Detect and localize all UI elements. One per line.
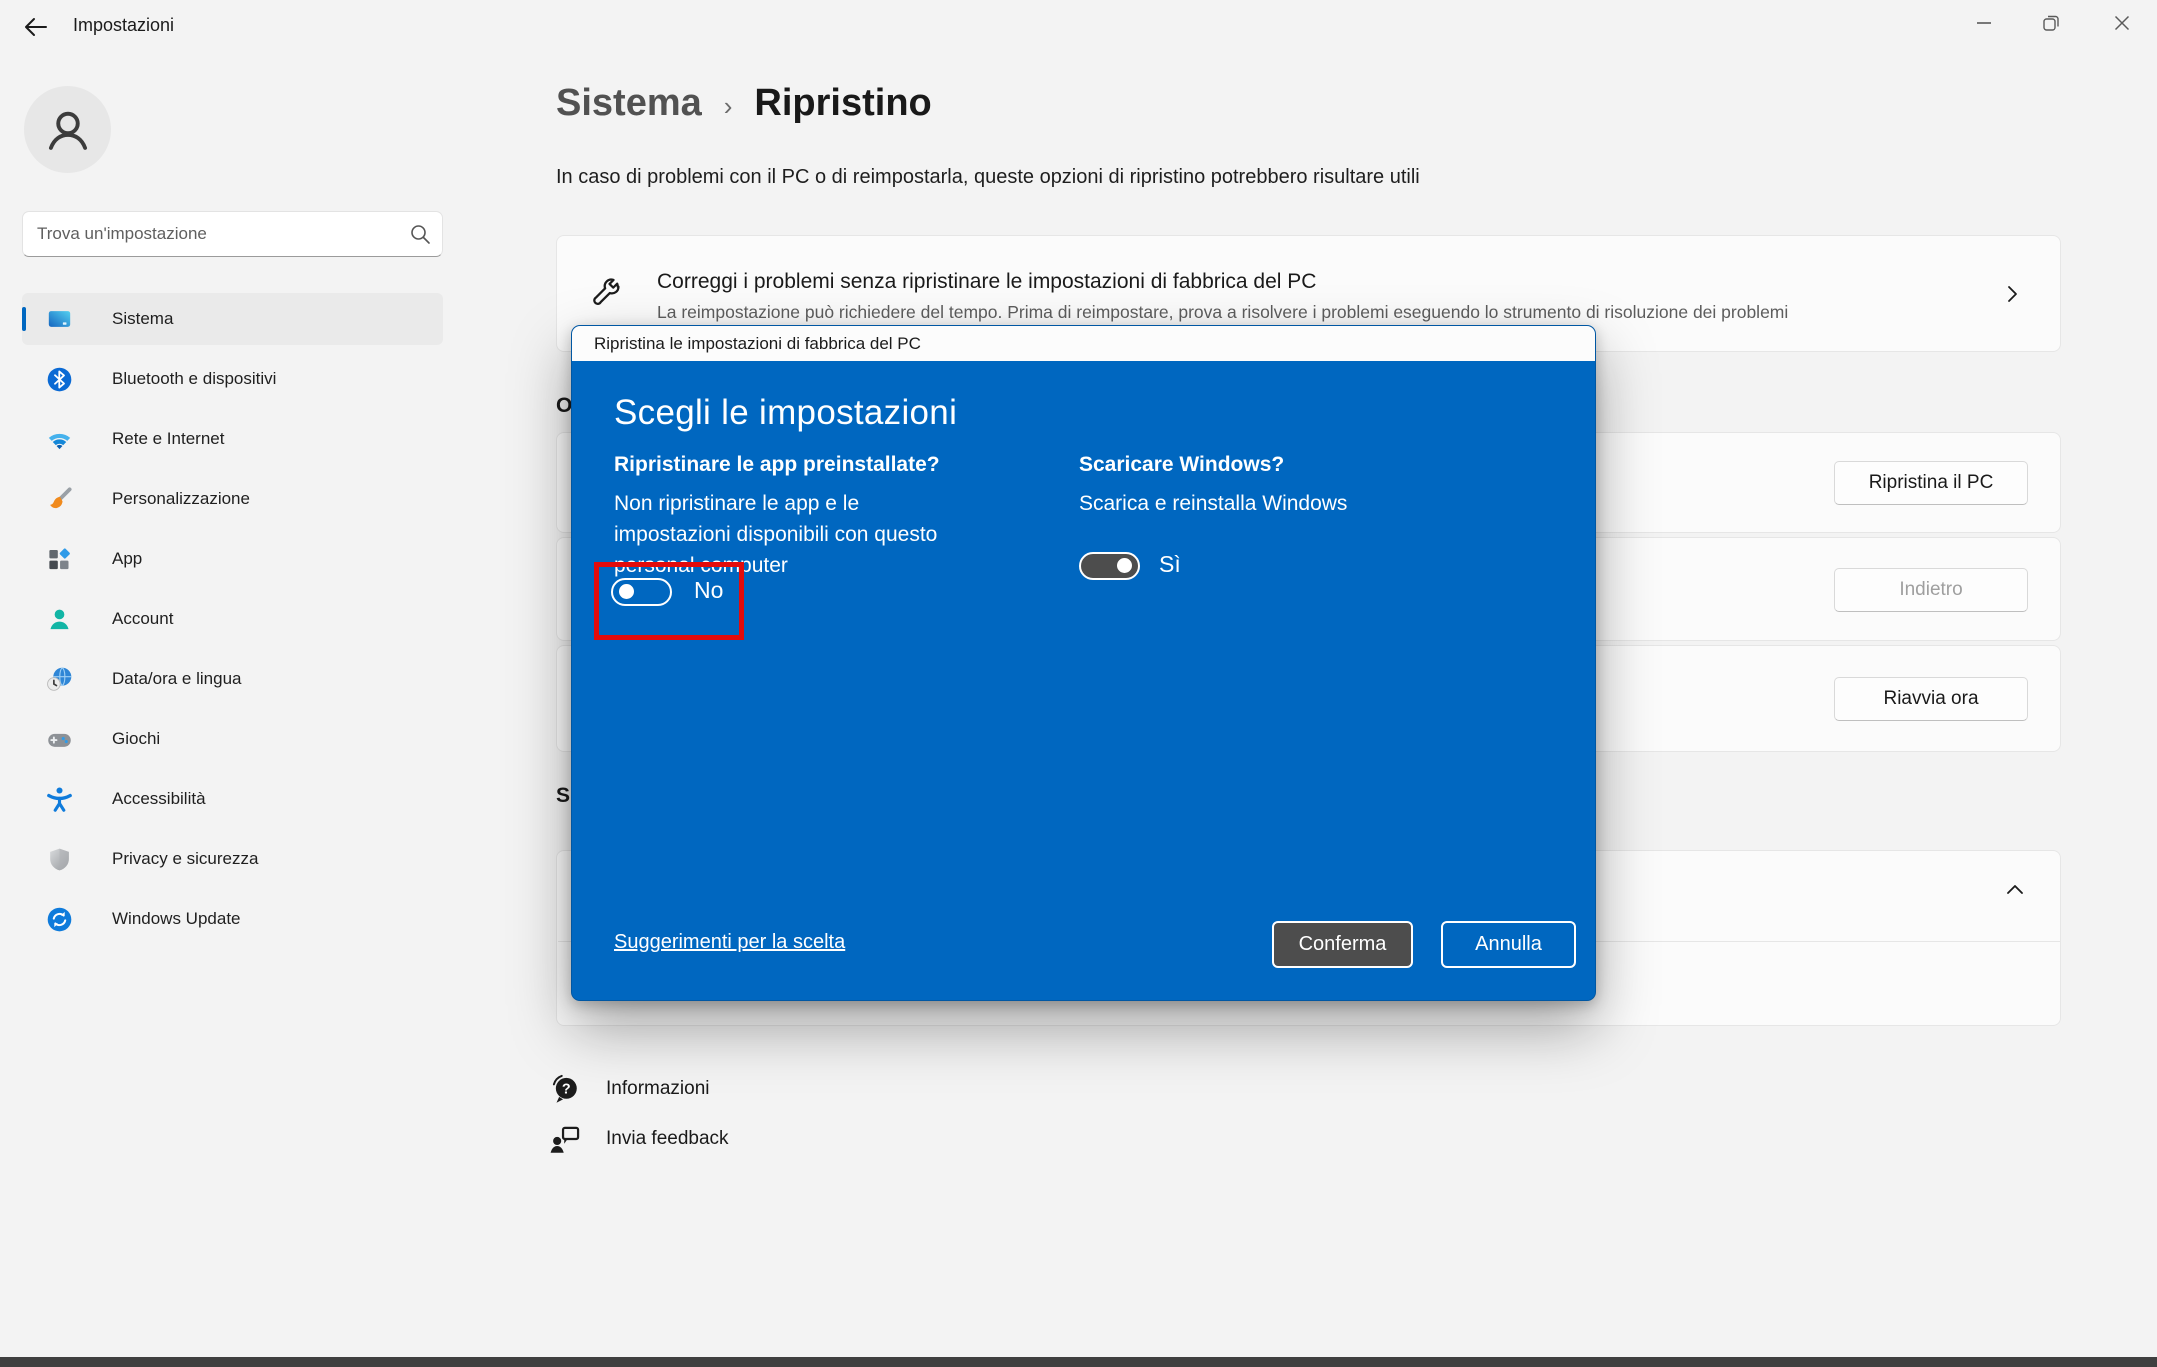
restore-apps-toggle[interactable] bbox=[611, 578, 672, 606]
svg-text:?: ? bbox=[562, 1081, 571, 1097]
restart-now-button[interactable]: Riavvia ora bbox=[1834, 677, 2028, 721]
sidebar-item-rete[interactable]: Rete e Internet bbox=[22, 413, 443, 465]
dialog-body: Scegli le impostazioni Ripristinare le a… bbox=[572, 361, 1595, 1001]
sidebar-item-label: Giochi bbox=[112, 729, 160, 749]
fix-card-subtitle: La reimpostazione può richiedere del tem… bbox=[657, 302, 1788, 323]
sidebar-item-label: Sistema bbox=[112, 309, 173, 329]
option-question: Scaricare Windows? bbox=[1079, 453, 1284, 477]
settings-search bbox=[22, 211, 443, 257]
feedback-row[interactable]: Invia feedback bbox=[548, 1122, 729, 1156]
info-row[interactable]: ? Informazioni bbox=[548, 1072, 710, 1106]
breadcrumb-separator-icon: › bbox=[724, 91, 733, 122]
sidebar-nav: Sistema Bluetooth e dispositivi Rete e I… bbox=[22, 293, 443, 953]
minimize-button[interactable] bbox=[1962, 8, 2006, 38]
user-avatar[interactable] bbox=[24, 86, 111, 173]
minimize-icon bbox=[1975, 14, 1993, 32]
settings-window: Impostazioni Sistema bbox=[0, 0, 2157, 1367]
sidebar-item-sistema[interactable]: Sistema bbox=[22, 293, 443, 345]
datetime-language-icon bbox=[46, 666, 73, 693]
info-label: Informazioni bbox=[606, 1078, 710, 1100]
bluetooth-icon bbox=[46, 366, 73, 393]
wrench-icon bbox=[589, 278, 623, 312]
confirm-button[interactable]: Conferma bbox=[1272, 921, 1413, 968]
section-heading-partial: O bbox=[556, 394, 572, 418]
sidebar-item-label: App bbox=[112, 549, 142, 569]
sidebar-item-data-ora[interactable]: Data/ora e lingua bbox=[22, 653, 443, 705]
sidebar-item-personalizzazione[interactable]: Personalizzazione bbox=[22, 473, 443, 525]
accessibility-icon bbox=[46, 786, 73, 813]
privacy-icon bbox=[46, 846, 73, 873]
sidebar-item-label: Bluetooth e dispositivi bbox=[112, 369, 276, 389]
feedback-icon bbox=[548, 1122, 582, 1156]
go-back-button[interactable]: Indietro bbox=[1834, 568, 2028, 612]
sidebar-item-label: Personalizzazione bbox=[112, 489, 250, 509]
sidebar-item-label: Rete e Internet bbox=[112, 429, 224, 449]
toggle-knob bbox=[619, 584, 634, 599]
sidebar-item-label: Account bbox=[112, 609, 173, 629]
back-button[interactable] bbox=[18, 12, 52, 42]
search-input[interactable] bbox=[22, 211, 443, 257]
reset-pc-button[interactable]: Ripristina il PC bbox=[1834, 461, 2028, 505]
personalization-icon bbox=[46, 486, 73, 513]
toggle-knob bbox=[1117, 558, 1132, 573]
option-description: Scarica e reinstalla Windows bbox=[1079, 488, 1347, 519]
sidebar-item-giochi[interactable]: Giochi bbox=[22, 713, 443, 765]
network-icon bbox=[46, 426, 73, 453]
sidebar-item-account[interactable]: Account bbox=[22, 593, 443, 645]
chevron-right-icon bbox=[2002, 284, 2022, 304]
sidebar-item-privacy[interactable]: Privacy e sicurezza bbox=[22, 833, 443, 885]
dialog-titlebar: Ripristina le impostazioni di fabbrica d… bbox=[572, 326, 1595, 361]
download-windows-toggle[interactable] bbox=[1079, 552, 1140, 580]
breadcrumb: Sistema › Ripristino bbox=[556, 82, 932, 125]
reset-pc-dialog: Ripristina le impostazioni di fabbrica d… bbox=[571, 325, 1596, 1001]
page-title: Ripristino bbox=[754, 82, 931, 125]
info-help-icon: ? bbox=[548, 1072, 582, 1106]
back-arrow-icon bbox=[22, 15, 48, 39]
gaming-icon bbox=[46, 726, 73, 753]
selected-accent-bar bbox=[22, 307, 26, 331]
person-icon bbox=[42, 104, 94, 156]
close-button[interactable] bbox=[2100, 8, 2144, 38]
breadcrumb-section[interactable]: Sistema bbox=[556, 82, 702, 125]
account-icon bbox=[46, 606, 73, 633]
system-icon bbox=[46, 306, 73, 333]
page-description: In caso di problemi con il PC o di reimp… bbox=[556, 166, 1420, 189]
toggle-state-label: No bbox=[694, 577, 723, 604]
cancel-button[interactable]: Annulla bbox=[1441, 921, 1576, 968]
sidebar-item-bluetooth[interactable]: Bluetooth e dispositivi bbox=[22, 353, 443, 405]
search-icon bbox=[409, 223, 431, 245]
toggle-state-label: Sì bbox=[1159, 551, 1181, 578]
sidebar-item-label: Data/ora e lingua bbox=[112, 669, 241, 689]
fix-card-title: Correggi i problemi senza ripristinare l… bbox=[657, 270, 1316, 294]
sidebar-item-windows-update[interactable]: Windows Update bbox=[22, 893, 443, 945]
feedback-label: Invia feedback bbox=[606, 1128, 729, 1150]
option-question: Ripristinare le app preinstallate? bbox=[614, 453, 940, 477]
dialog-title: Ripristina le impostazioni di fabbrica d… bbox=[594, 334, 921, 354]
sidebar-item-label: Windows Update bbox=[112, 909, 241, 929]
section-heading-partial: S bbox=[556, 784, 570, 808]
taskbar-strip bbox=[0, 1357, 2157, 1367]
apps-icon bbox=[46, 546, 73, 573]
sidebar-item-accessibilita[interactable]: Accessibilità bbox=[22, 773, 443, 825]
restore-icon bbox=[2041, 13, 2061, 33]
sidebar-item-label: Privacy e sicurezza bbox=[112, 849, 258, 869]
sidebar-item-app[interactable]: App bbox=[22, 533, 443, 585]
sidebar-item-label: Accessibilità bbox=[112, 789, 206, 809]
app-title: Impostazioni bbox=[73, 15, 174, 36]
windows-update-icon bbox=[46, 906, 73, 933]
restore-button[interactable] bbox=[2029, 8, 2073, 38]
chevron-up-icon[interactable] bbox=[2004, 879, 2026, 901]
choice-hints-link[interactable]: Suggerimenti per la scelta bbox=[614, 931, 845, 954]
close-icon bbox=[2113, 14, 2131, 32]
dialog-heading: Scegli le impostazioni bbox=[614, 393, 957, 433]
